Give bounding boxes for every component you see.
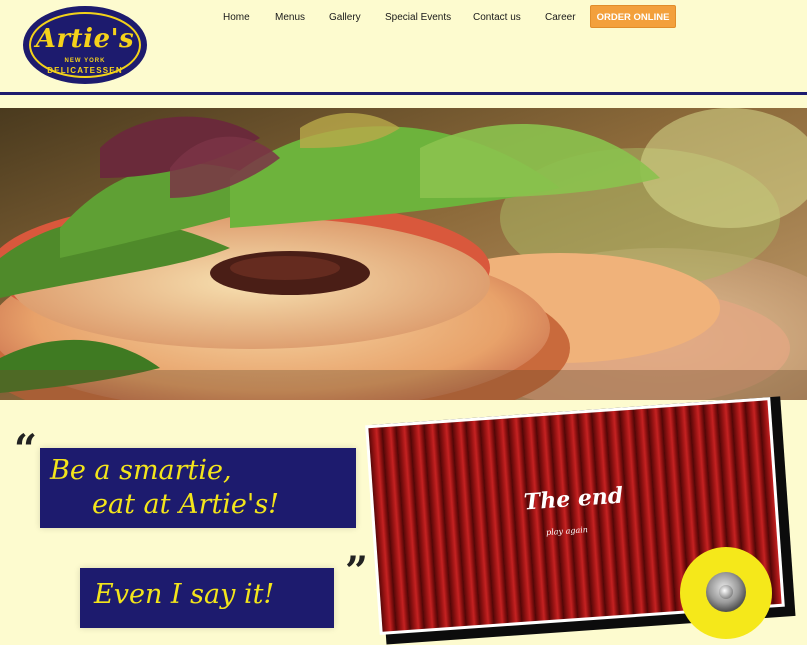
quote-line-1: Be a smartie,	[50, 455, 232, 486]
nav-career[interactable]: Career	[545, 12, 576, 23]
speaker-icon[interactable]	[680, 547, 772, 639]
nav-special-events[interactable]: Special Events	[385, 12, 451, 23]
quote-line-2: eat at Artie's!	[92, 489, 280, 520]
hero-food-image	[0, 108, 807, 400]
logo-ring: Artie's NEW YORK DELICATESSEN	[29, 12, 141, 78]
nav-contact-us[interactable]: Contact us	[473, 12, 521, 23]
header-divider	[0, 92, 807, 95]
play-again-link[interactable]: play again	[546, 525, 588, 537]
quote-line-3: Even I say it!	[94, 579, 275, 610]
speaker-cone	[706, 572, 746, 612]
site-header: Artie's NEW YORK DELICATESSEN Home Menus…	[0, 0, 807, 92]
order-online-button[interactable]: ORDER ONLINE	[590, 5, 676, 28]
logo-name: Artie's	[35, 24, 135, 54]
speaker-center	[719, 585, 733, 599]
logo-new-york: NEW YORK	[64, 58, 106, 64]
arties-logo[interactable]: Artie's NEW YORK DELICATESSEN	[23, 6, 147, 84]
open-quote-mark: “	[14, 426, 38, 473]
logo-delicatessen: DELICATESSEN	[47, 66, 123, 75]
nav-menus[interactable]: Menus	[275, 12, 305, 23]
nav-home[interactable]: Home	[223, 12, 250, 23]
video-title: The end	[523, 482, 625, 516]
nav-gallery[interactable]: Gallery	[329, 12, 361, 23]
close-quote-mark: ”	[345, 548, 369, 595]
quote-box-main: Be a smartie, eat at Artie's!	[40, 448, 356, 528]
quote-box-secondary: Even I say it!	[80, 568, 334, 628]
